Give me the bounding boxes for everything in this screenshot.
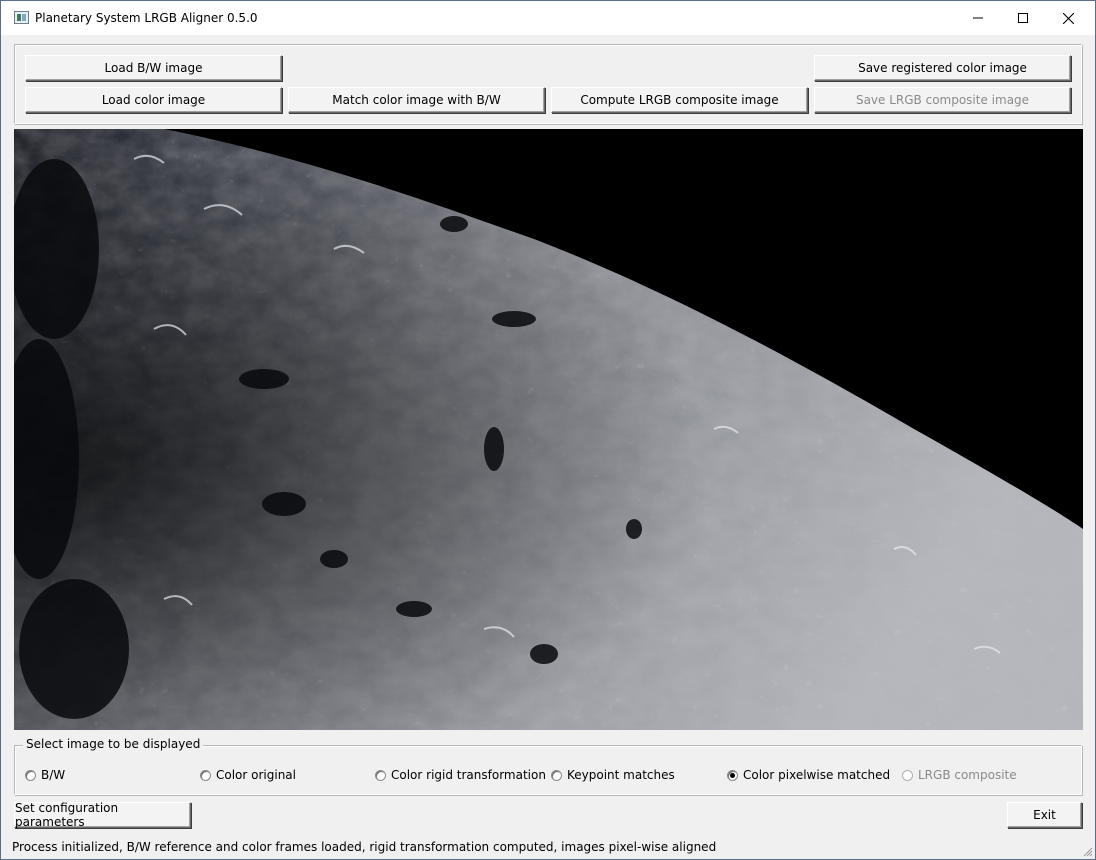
load-color-image-button[interactable]: Load color image [25, 87, 282, 113]
radio-color-rigid-transformation[interactable]: Color rigid transformation [375, 767, 546, 783]
radio-color-rigid-label: Color rigid transformation [391, 768, 546, 782]
window-title: Planetary System LRGB Aligner 0.5.0 [35, 11, 258, 25]
maximize-icon[interactable] [1000, 1, 1046, 35]
radio-color-pixelwise-matched[interactable]: Color pixelwise matched [727, 767, 890, 783]
radio-bw-indicator[interactable] [25, 769, 36, 781]
match-color-image-button[interactable]: Match color image with B/W [288, 87, 545, 113]
radio-lrgb-composite-label: LRGB composite [918, 768, 1017, 782]
radio-keypoint-matches-label: Keypoint matches [567, 768, 675, 782]
radio-color-original[interactable]: Color original [200, 767, 296, 783]
radio-lrgb-composite[interactable]: LRGB composite [902, 767, 1017, 783]
load-bw-image-button[interactable]: Load B/W image [25, 55, 282, 81]
display-select-legend: Select image to be displayed [23, 737, 204, 751]
exit-button[interactable]: Exit [1007, 802, 1082, 828]
radio-color-original-indicator[interactable] [200, 769, 211, 781]
radio-bw[interactable]: B/W [25, 767, 65, 783]
lunar-surface-image [14, 129, 1083, 730]
radio-color-rigid-indicator[interactable] [375, 769, 386, 781]
close-icon[interactable] [1045, 1, 1091, 35]
radio-bw-label: B/W [41, 768, 66, 782]
image-viewport[interactable] [14, 129, 1083, 730]
radio-keypoint-matches[interactable]: Keypoint matches [551, 767, 675, 783]
radio-color-pixelwise-label: Color pixelwise matched [743, 768, 891, 782]
save-registered-color-image-button[interactable]: Save registered color image [814, 55, 1071, 81]
minimize-icon[interactable] [955, 1, 1001, 35]
compute-lrgb-composite-button[interactable]: Compute LRGB composite image [551, 87, 808, 113]
set-configuration-parameters-button[interactable]: Set configuration parameters [14, 801, 191, 829]
save-lrgb-composite-button[interactable]: Save LRGB composite image [814, 87, 1071, 113]
radio-lrgb-composite-indicator[interactable] [902, 769, 913, 781]
radio-keypoint-matches-indicator[interactable] [551, 769, 562, 781]
app-icon [14, 11, 29, 24]
app-window: Planetary System LRGB Aligner 0.5.0 Load… [0, 0, 1096, 860]
resize-grip-icon[interactable] [1082, 846, 1093, 857]
radio-color-original-label: Color original [216, 768, 296, 782]
radio-color-pixelwise-indicator[interactable] [727, 769, 738, 781]
title-bar[interactable]: Planetary System LRGB Aligner 0.5.0 [1, 1, 1095, 35]
status-bar-message: Process initialized, B/W reference and c… [12, 840, 717, 854]
